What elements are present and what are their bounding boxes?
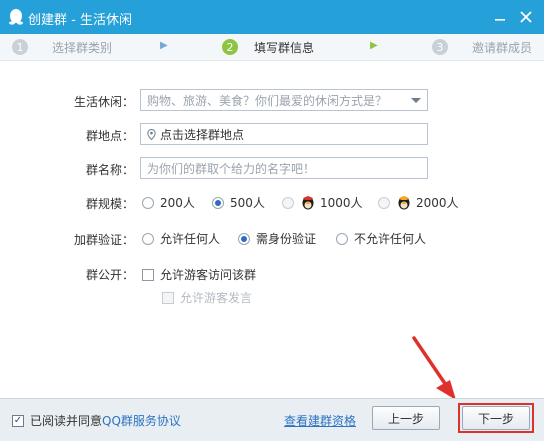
verify-option-anyone[interactable]: 允许任何人 xyxy=(142,230,220,247)
category-row: 生活休闲： 购物、旅游、美食？你们最爱的休闲方式是？ xyxy=(0,89,544,113)
category-placeholder: 购物、旅游、美食？你们最爱的休闲方式是？ xyxy=(147,93,388,108)
name-row: 群名称： 为你们的群取个给力的名字吧！ xyxy=(0,157,544,181)
location-placeholder: 点击选择群地点 xyxy=(160,127,245,142)
radio-button[interactable] xyxy=(142,232,154,245)
size-option-label: 2000人 xyxy=(416,196,459,210)
red-arrow-annotation xyxy=(412,336,456,400)
agreement-checkbox-checked[interactable]: ✓ xyxy=(12,414,24,427)
title-bar: 创建群 - 生活休闲 xyxy=(0,0,544,34)
size-option-500[interactable]: 500人 xyxy=(212,194,265,211)
radio-button[interactable] xyxy=(142,196,154,209)
category-label: 生活休闲： xyxy=(73,95,134,109)
size-row: 群规模： 200人 500人 1000人 2000人 xyxy=(0,191,544,215)
checkbox[interactable] xyxy=(162,291,174,304)
next-button[interactable]: 下一步 xyxy=(462,406,530,430)
verify-option-label: 不允许任何人 xyxy=(354,232,427,246)
verify-label: 加群验证： xyxy=(73,233,134,247)
step-label: 邀请群成员 xyxy=(472,40,533,55)
size-label: 群规模： xyxy=(85,197,134,211)
verify-option-label: 需身份验证 xyxy=(256,232,317,246)
step-label: 选择群类别 xyxy=(52,40,113,55)
location-row: 群地点： 点击选择群地点 xyxy=(0,123,544,147)
prev-button[interactable]: 上一步 xyxy=(372,406,440,430)
step-arrow-icon: ▶ xyxy=(160,40,168,51)
agree-text: 已阅读并同意 xyxy=(30,414,103,428)
step-label: 填写群信息 xyxy=(254,40,315,55)
window-title: 创建群 - 生活休闲 xyxy=(28,13,132,28)
radio-button-selected[interactable] xyxy=(238,232,250,245)
category-select[interactable]: 购物、旅游、美食？你们最爱的休闲方式是？ xyxy=(140,89,428,111)
close-icon[interactable] xyxy=(516,7,536,27)
visitor-posts-row: 允许游客发言 xyxy=(0,285,544,309)
step-number: 2 xyxy=(222,39,238,55)
step-number: 1 xyxy=(12,39,28,55)
radio-button[interactable] xyxy=(378,196,390,209)
location-pin-icon xyxy=(147,128,156,140)
step-arrow-icon: ▶ xyxy=(370,40,378,51)
minimize-icon[interactable] xyxy=(490,7,510,27)
location-label: 群地点： xyxy=(85,129,134,143)
group-name-input[interactable]: 为你们的群取个给力的名字吧！ xyxy=(140,157,428,179)
super-member-penguin-icon xyxy=(398,195,410,209)
radio-button[interactable] xyxy=(282,196,294,209)
step-invite-members: 3 邀请群成员 xyxy=(432,38,532,56)
checkbox[interactable] xyxy=(142,268,154,281)
size-option-label: 500人 xyxy=(230,196,265,210)
next-button-highlight: 下一步 xyxy=(458,403,534,433)
step-fill-info: 2 填写群信息 xyxy=(222,38,314,56)
view-qualification-link[interactable]: 查看建群资格 xyxy=(284,412,356,429)
allow-visitors-label: 允许游客访问该群 xyxy=(160,268,257,282)
allow-visitors-checkbox[interactable]: 允许游客访问该群 xyxy=(142,266,256,283)
allow-visitor-posts-checkbox[interactable]: 允许游客发言 xyxy=(162,289,252,306)
allow-visitor-posts-label: 允许游客发言 xyxy=(180,291,253,305)
size-option-label: 200人 xyxy=(160,196,195,210)
public-label: 群公开： xyxy=(85,268,134,282)
size-option-200[interactable]: 200人 xyxy=(142,194,195,211)
verify-row: 加群验证： 允许任何人 需身份验证 不允许任何人 xyxy=(0,227,544,251)
chevron-down-icon xyxy=(411,98,421,103)
size-option-label: 1000人 xyxy=(320,196,363,210)
step-select-category: 1 选择群类别 xyxy=(12,38,112,56)
verify-option-nobody[interactable]: 不允许任何人 xyxy=(336,230,426,247)
radio-button-selected[interactable] xyxy=(212,196,224,209)
name-label: 群名称： xyxy=(85,163,134,177)
radio-button[interactable] xyxy=(336,232,348,245)
verify-option-label: 允许任何人 xyxy=(160,232,221,246)
super-member-penguin-icon xyxy=(302,195,314,209)
size-option-1000[interactable]: 1000人 xyxy=(282,194,363,211)
agreement-link[interactable]: QQ群服务协议 xyxy=(102,412,181,429)
wizard-steps: 1 选择群类别 2 填写群信息 3 邀请群成员 xyxy=(0,34,544,61)
step-number: 3 xyxy=(432,39,448,55)
verify-option-identity[interactable]: 需身份验证 xyxy=(238,230,316,247)
size-option-2000[interactable]: 2000人 xyxy=(378,194,459,211)
agreement-checkbox-row[interactable]: ✓ 已阅读并同意 QQ群服务协议 xyxy=(12,412,181,429)
qq-penguin-icon xyxy=(9,9,23,25)
location-field[interactable]: 点击选择群地点 xyxy=(140,123,428,145)
public-row: 群公开： 允许游客访问该群 xyxy=(0,262,544,286)
group-name-placeholder: 为你们的群取个给力的名字吧！ xyxy=(147,161,316,176)
